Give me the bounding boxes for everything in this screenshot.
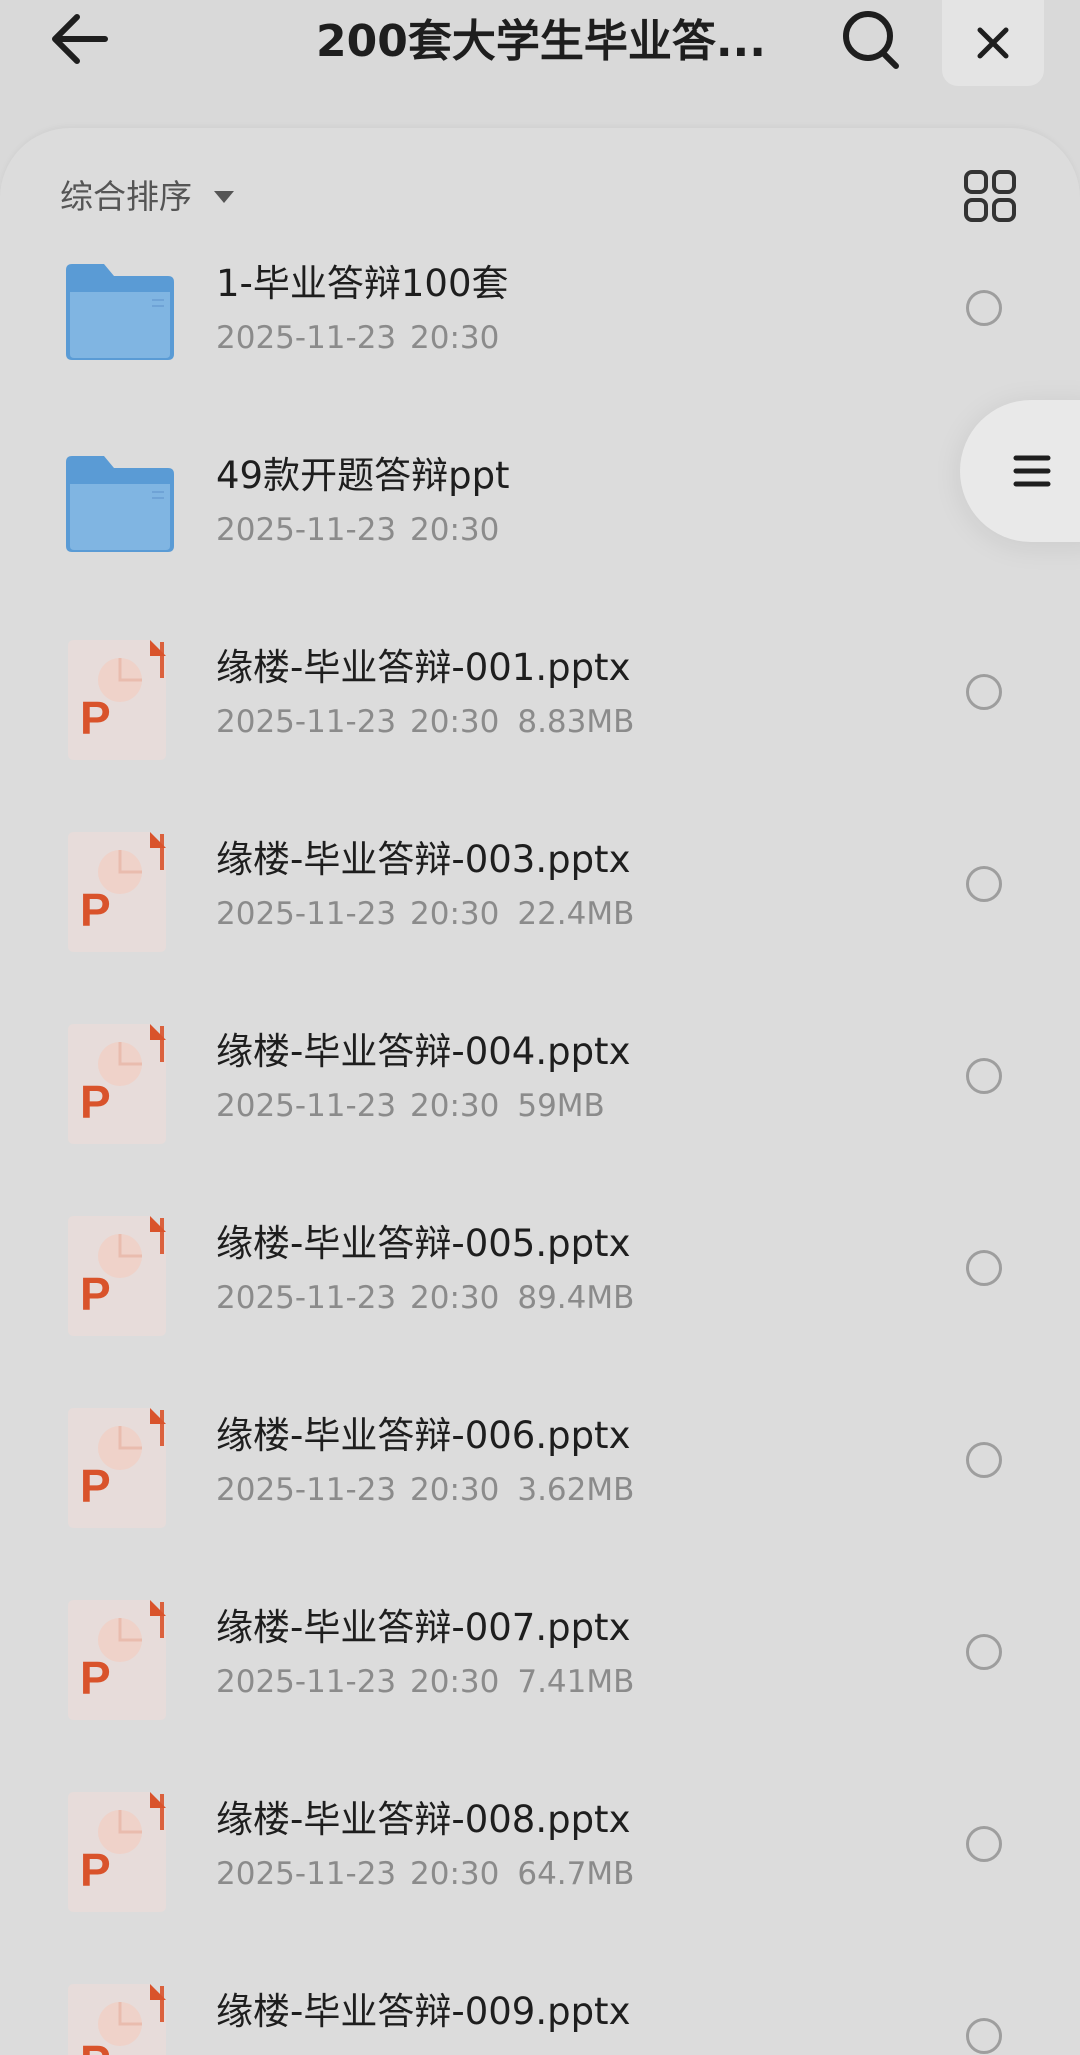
search-button[interactable]	[836, 4, 906, 74]
file-size: 59MB	[517, 1088, 605, 1124]
file-name: 缘楼-毕业答辩-004.pptx	[216, 1030, 631, 1073]
pptx-file-icon: P	[64, 638, 176, 762]
select-checkbox[interactable]	[966, 674, 1002, 710]
file-size: 8.83MB	[517, 704, 635, 740]
file-name: 缘楼-毕业答辩-009.pptx	[216, 1990, 631, 2033]
svg-text:P: P	[80, 1844, 111, 1896]
select-checkbox[interactable]	[966, 1250, 1002, 1286]
select-checkbox[interactable]	[966, 2018, 1002, 2054]
file-name: 缘楼-毕业答辩-008.pptx	[216, 1798, 631, 1841]
file-meta: 2025-11-23 20:30 59MB	[216, 1084, 605, 1128]
file-date: 2025-11-23 20:30	[216, 704, 500, 740]
file-date: 2025-11-23 20:30	[216, 1472, 500, 1508]
top-bar: 200套大学生毕业答...	[0, 0, 1080, 120]
file-name: 缘楼-毕业答辩-006.pptx	[216, 1414, 631, 1457]
svg-text:P: P	[80, 1076, 111, 1128]
select-checkbox[interactable]	[966, 1634, 1002, 1670]
svg-text:P: P	[80, 2036, 111, 2055]
file-meta: 2025-11-23 20:30 22.4MB	[216, 892, 634, 936]
file-date: 2025-11-23 20:30	[216, 1664, 500, 1700]
file-date: 2025-11-23 20:30	[216, 1856, 500, 1892]
menu-icon	[1013, 455, 1051, 487]
svg-text:P: P	[80, 1460, 111, 1512]
file-name: 缘楼-毕业答辩-003.pptx	[216, 838, 631, 881]
file-meta: 2025-11-23 20:30	[216, 316, 499, 360]
close-icon	[977, 27, 1009, 59]
svg-text:P: P	[80, 884, 111, 936]
select-checkbox[interactable]	[966, 1826, 1002, 1862]
svg-text:P: P	[80, 692, 111, 744]
file-meta: 2025-11-23 20:30 3.62MB	[216, 1468, 634, 1512]
file-meta: 2025-11-23 20:30 89.4MB	[216, 1276, 634, 1320]
file-date: 2025-11-23 20:30	[216, 1280, 500, 1316]
file-size: 89.4MB	[517, 1280, 635, 1316]
file-row-8[interactable]: P 缘楼-毕业答辩-007.pptx 2025-11-23 20:30 7.41M…	[0, 1544, 1080, 1736]
arrow-left-icon	[52, 14, 108, 64]
file-date: 2025-11-23 20:30	[216, 512, 500, 548]
file-row-9[interactable]: P 缘楼-毕业答辩-008.pptx 2025-11-23 20:30 64.7M…	[0, 1736, 1080, 1928]
pptx-file-icon: P	[64, 1790, 176, 1914]
file-size: 64.7MB	[517, 1856, 635, 1892]
pptx-file-icon: P	[64, 1598, 176, 1722]
back-button[interactable]	[44, 4, 114, 74]
pptx-file-icon: P	[64, 1406, 176, 1530]
file-row-3[interactable]: P 缘楼-毕业答辩-001.pptx 2025-11-23 20:30 8.83M…	[0, 584, 1080, 776]
svg-text:P: P	[80, 1268, 111, 1320]
file-size: 7.41MB	[517, 1664, 635, 1700]
file-date: 2025-11-23 20:30	[216, 1088, 500, 1124]
app-root: 200套大学生毕业答... 综合排序 1-毕业答辩100套 2025-11-23…	[0, 0, 1080, 2055]
select-checkbox[interactable]	[966, 866, 1002, 902]
file-row-4[interactable]: P 缘楼-毕业答辩-003.pptx 2025-11-23 20:30 22.4M…	[0, 776, 1080, 968]
file-name: 缘楼-毕业答辩-005.pptx	[216, 1222, 631, 1265]
folder-icon	[64, 254, 176, 378]
file-meta: 2025-11-23 20:30 7.41MB	[216, 1660, 634, 1704]
file-size: 3.62MB	[517, 1472, 635, 1508]
pptx-file-icon: P	[64, 1022, 176, 1146]
file-row-7[interactable]: P 缘楼-毕业答辩-006.pptx 2025-11-23 20:30 3.62M…	[0, 1352, 1080, 1544]
file-row-1[interactable]: 1-毕业答辩100套 2025-11-23 20:30	[0, 200, 1080, 392]
file-row-2[interactable]: 49款开题答辩ppt 2025-11-23 20:30	[0, 392, 1080, 584]
file-meta: 2025-11-23 20:30 64.7MB	[216, 1852, 634, 1896]
select-checkbox[interactable]	[966, 290, 1002, 326]
file-row-5[interactable]: P 缘楼-毕业答辩-004.pptx 2025-11-23 20:30 59MB	[0, 968, 1080, 1160]
file-date: 2025-11-23 20:30	[216, 320, 500, 356]
folder-icon	[64, 446, 176, 570]
file-row-6[interactable]: P 缘楼-毕业答辩-005.pptx 2025-11-23 20:30 89.4M…	[0, 1160, 1080, 1352]
file-name: 缘楼-毕业答辩-001.pptx	[216, 646, 631, 689]
file-name: 缘楼-毕业答辩-007.pptx	[216, 1606, 631, 1649]
file-name: 49款开题答辩ppt	[216, 454, 510, 497]
file-date: 2025-11-23 20:30	[216, 896, 500, 932]
file-meta: 2025-11-23 20:30 8.83MB	[216, 700, 634, 744]
select-checkbox[interactable]	[966, 1058, 1002, 1094]
file-size: 22.4MB	[517, 896, 635, 932]
pptx-file-icon: P	[64, 1982, 176, 2055]
select-checkbox[interactable]	[966, 1442, 1002, 1478]
file-meta: 2025-11-23 20:30	[216, 508, 499, 552]
pptx-file-icon: P	[64, 830, 176, 954]
svg-text:P: P	[80, 1652, 111, 1704]
file-name: 1-毕业答辩100套	[216, 262, 509, 305]
file-row-10[interactable]: P 缘楼-毕业答辩-009.pptx	[0, 1928, 1080, 2055]
pptx-file-icon: P	[64, 1214, 176, 1338]
close-button[interactable]	[942, 0, 1044, 86]
page-title: 200套大学生毕业答...	[316, 16, 766, 67]
search-icon	[843, 11, 899, 69]
